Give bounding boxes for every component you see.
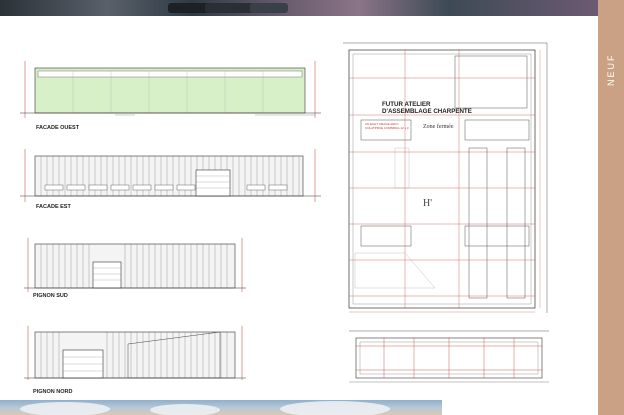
pignon-nord-drawing	[20, 322, 250, 384]
facade-est-drawing	[15, 146, 325, 206]
facade-ouest-caption: FACADE OUEST	[36, 125, 80, 131]
room-label-line2: COLATPRCE COMMPAG 12 x 3	[365, 125, 409, 130]
plan-h-tag: H'	[423, 198, 433, 209]
pignon-sud-caption: PIGNON SUD	[33, 293, 68, 299]
cloud-shape	[150, 404, 220, 415]
floor-plan-drawing: FUTUR ATELIER D'ASSEMBLAGE CHARPENTE Zon…	[335, 38, 557, 318]
facade-est-caption: FACADE EST	[36, 204, 71, 210]
cloud-shape	[20, 402, 110, 415]
section-drawing	[344, 326, 554, 386]
plan-title-line2: D'ASSEMBLAGE CHARPENTE	[382, 107, 472, 115]
vehicle-shape	[250, 3, 288, 13]
room-label: ZO ECHT URAGE ARKC COLATPRCE COMMPAG 12 …	[365, 122, 409, 130]
bottom-photo-strip	[0, 400, 442, 415]
pignon-sud-drawing	[20, 234, 250, 296]
facade-ouest-drawing	[15, 58, 325, 123]
vehicle-shape	[168, 3, 210, 13]
side-band-label: NEUF	[606, 53, 616, 87]
vehicle-shape	[205, 3, 255, 13]
pignon-nord-caption: PIGNON NORD	[33, 389, 73, 395]
side-band: NEUF	[598, 0, 624, 415]
plan-title: FUTUR ATELIER D'ASSEMBLAGE CHARPENTE	[382, 101, 472, 115]
zone-label: Zone fermée	[423, 124, 454, 130]
cloud-shape	[280, 401, 390, 415]
top-photo-strip	[0, 0, 598, 16]
